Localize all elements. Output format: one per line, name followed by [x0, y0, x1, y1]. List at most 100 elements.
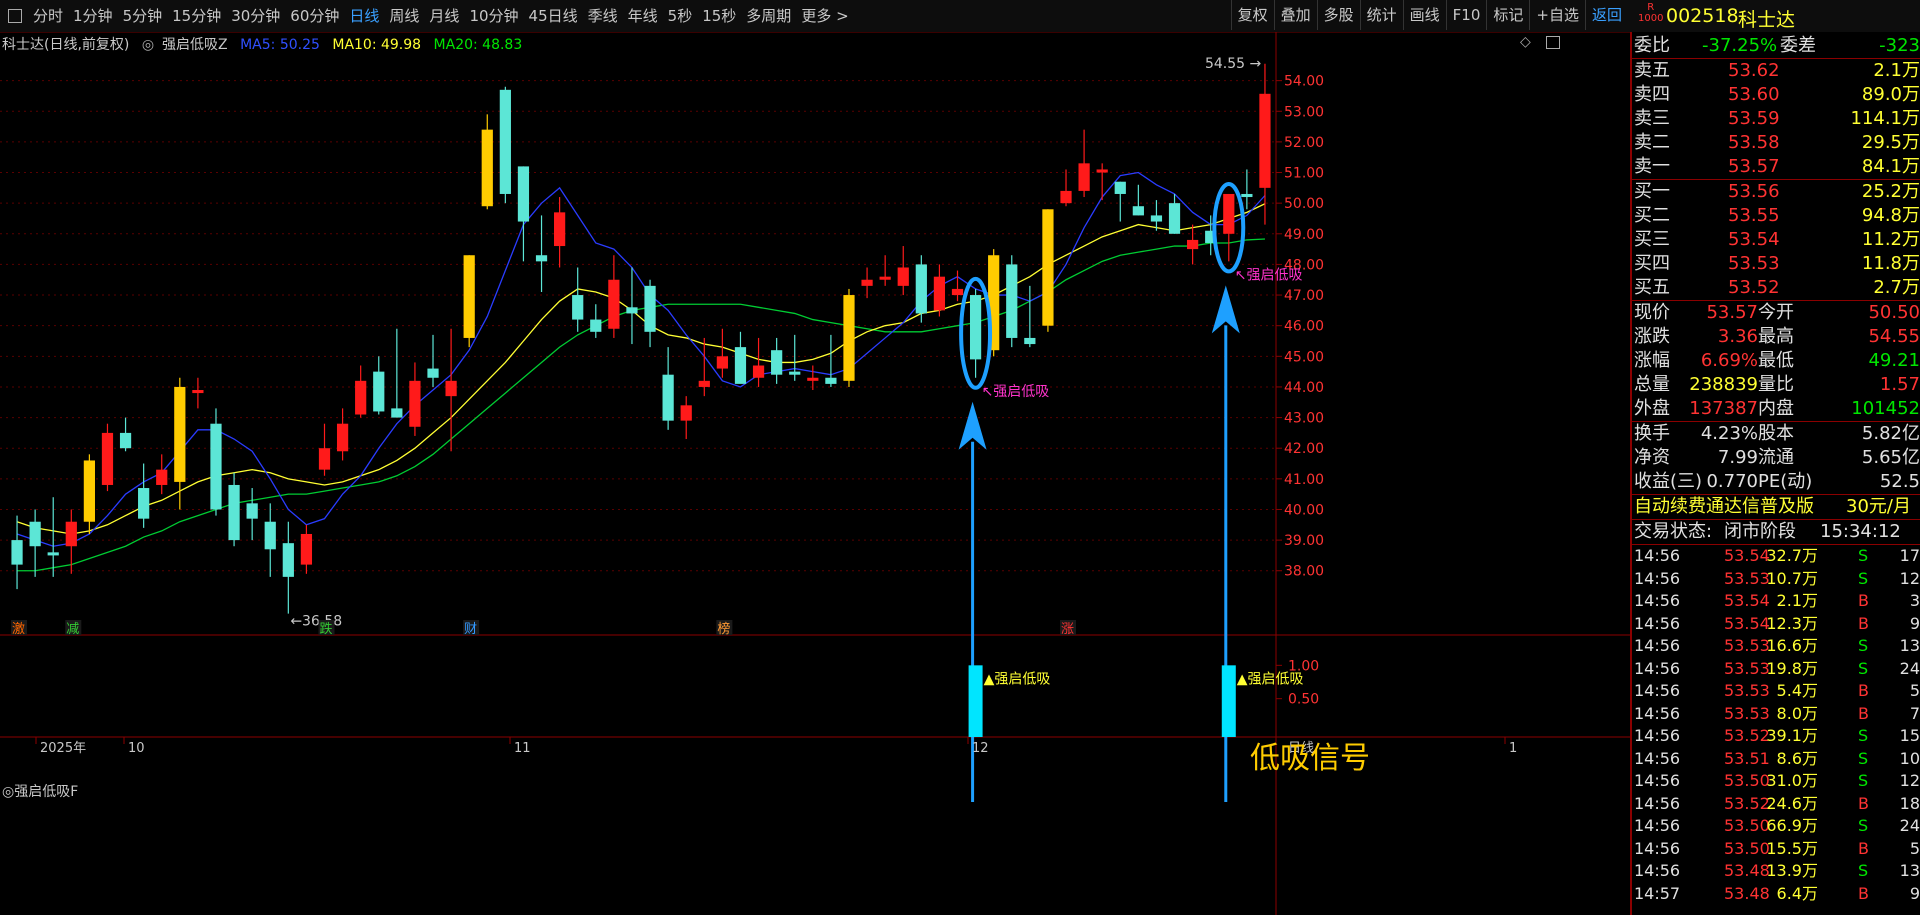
toolbar-button[interactable]: 复权: [1230, 0, 1274, 30]
candle-body: [1096, 169, 1108, 173]
tick-count: 9: [1909, 613, 1920, 633]
period-tab[interactable]: 10分钟: [464, 0, 523, 32]
tick-row[interactable]: 14:56 53.53 5.4万 B 5: [1632, 680, 1920, 703]
period-tab[interactable]: 5分钟: [118, 0, 168, 32]
candle-body: [318, 448, 331, 470]
indicator-name[interactable]: 强启低吸Z: [162, 37, 228, 53]
tick-side: S: [1858, 568, 1869, 588]
tick-count: 13: [1899, 861, 1920, 880]
toolbar-button[interactable]: 标记: [1486, 0, 1529, 30]
candle-body: [192, 390, 204, 394]
fundamental-stats: 换手 4.23% 股本 5.82亿 净资 7.99 流通 5.65亿 收益(三) 0.770 PE(…: [1632, 422, 1920, 494]
ad-row[interactable]: 自动续费通达信普及版 30元/月: [1632, 495, 1920, 519]
ad-price[interactable]: 30元/月: [1846, 495, 1911, 519]
toolbar-button[interactable]: 多股: [1316, 0, 1360, 30]
badge-top: R: [1647, 2, 1655, 13]
stat-value: 3.36: [1717, 326, 1758, 347]
kline-chart[interactable]: 54.0053.0052.0051.0050.0049.0048.0047.00…: [0, 32, 1630, 915]
tick-volume: 39.1万: [1766, 726, 1818, 745]
tick-row[interactable]: 14:56 53.50 66.9万 S 24: [1632, 815, 1920, 838]
y-tick-label: 52.00: [1284, 135, 1324, 151]
y-tick-label: 46.00: [1284, 319, 1324, 335]
tick-count: 7: [1909, 703, 1920, 723]
toolbar-button[interactable]: 画线: [1402, 0, 1446, 30]
tick-row[interactable]: 14:56 53.54 2.1万 B 3: [1632, 590, 1920, 613]
tick-row[interactable]: 14:56 53.52 24.6万 B 18: [1632, 793, 1920, 816]
tick-row[interactable]: 14:56 53.51 8.6万 S 10: [1632, 748, 1920, 771]
indicator-toggle-icon[interactable]: ◎: [142, 37, 154, 53]
tick-time: 14:57: [1634, 883, 1681, 903]
tick-count: 5: [1909, 681, 1920, 700]
trade-status-label: 交易状态:: [1634, 521, 1713, 542]
sub-indicator-title[interactable]: ◎强启低吸F: [2, 781, 78, 801]
order-price: 53.56: [1728, 181, 1780, 202]
date-label: 11: [514, 741, 531, 756]
sub-axis-label: 0.50: [1288, 692, 1319, 708]
candle-body: [734, 347, 747, 384]
candle-body: [65, 521, 77, 547]
tick-row[interactable]: 14:56 53.50 31.0万 S 12: [1632, 770, 1920, 793]
big-signal-text: 低吸信号: [1250, 741, 1370, 776]
y-tick-label: 54.00: [1284, 74, 1324, 90]
period-tab[interactable]: 60分钟: [285, 0, 344, 32]
trade-status-row: 交易状态: 闭市阶段 15:34:12: [1632, 520, 1920, 544]
window-menu-icon[interactable]: [8, 9, 22, 23]
period-tab[interactable]: 月线: [424, 0, 464, 32]
period-tab[interactable]: 30分钟: [226, 0, 285, 32]
tick-count: 12: [1899, 771, 1920, 790]
period-tab[interactable]: 5秒: [663, 0, 698, 32]
ad-text[interactable]: 自动续费通达信普及版: [1634, 495, 1814, 519]
toolbar-button[interactable]: F10: [1445, 0, 1487, 30]
tick-time: 14:56: [1634, 636, 1681, 655]
candle-body: [373, 371, 385, 412]
tick-row[interactable]: 14:57 53.48 6.4万 B 9: [1632, 883, 1920, 906]
stat-label: 涨跌: [1634, 326, 1670, 347]
stat-label: 最低: [1758, 350, 1794, 371]
toolbar-button[interactable]: +自选: [1529, 0, 1585, 30]
event-tag: 榜: [717, 621, 730, 637]
tick-count: 24: [1899, 658, 1920, 678]
period-tab[interactable]: 年线: [623, 0, 663, 32]
period-tab[interactable]: 分时: [28, 0, 68, 32]
stat-value: 50.50: [1868, 302, 1920, 323]
period-tab[interactable]: 更多 >: [796, 0, 853, 32]
tick-side: B: [1858, 681, 1869, 700]
y-tick-label: 39.00: [1284, 533, 1324, 549]
sell-orders: 卖五 53.62 2.1万 卖四 53.60 89.0万 卖三 53.59 114.1万 卖二 53…: [1632, 59, 1920, 179]
period-tab[interactable]: 周线: [384, 0, 424, 32]
candle-body: [752, 365, 765, 378]
tick-row[interactable]: 14:56 53.48 13.9万 S 13: [1632, 860, 1920, 883]
period-tab[interactable]: 日线: [344, 0, 384, 32]
y-tick-label: 41.00: [1284, 472, 1324, 488]
tick-row[interactable]: 14:56 53.53 16.6万 S 13: [1632, 635, 1920, 658]
toolbar-button[interactable]: 统计: [1359, 0, 1403, 30]
period-tab[interactable]: 季线: [583, 0, 623, 32]
candle-body: [210, 423, 222, 510]
quote-panel: 委比 -37.25% 委差 -323 卖五 53.62 2.1万 卖四 53.60 89.…: [1630, 32, 1920, 915]
toolbar-button[interactable]: 叠加: [1273, 0, 1317, 30]
candle-body: [698, 380, 710, 387]
chart-window-icon[interactable]: [1546, 36, 1560, 49]
order-price: 53.59: [1728, 108, 1780, 129]
period-tab[interactable]: 45日线: [524, 0, 583, 32]
y-tick-label: 38.00: [1284, 564, 1324, 580]
y-tick-label: 44.00: [1284, 380, 1324, 396]
tick-row[interactable]: 14:56 53.54 12.3万 B 9: [1632, 613, 1920, 636]
chart-diamond-icon[interactable]: ◇: [1520, 34, 1531, 50]
period-tab[interactable]: 多周期: [741, 0, 796, 32]
period-tab[interactable]: 1分钟: [68, 0, 118, 32]
tick-row[interactable]: 14:56 53.50 15.5万 B 5: [1632, 838, 1920, 861]
order-price: 53.53: [1728, 253, 1780, 274]
toolbar-button[interactable]: 返回: [1584, 0, 1628, 30]
tick-row[interactable]: 14:56 53.53 10.7万 S 12: [1632, 568, 1920, 591]
period-tab[interactable]: 15秒: [697, 0, 741, 32]
tick-row[interactable]: 14:56 53.53 8.0万 B 7: [1632, 703, 1920, 726]
period-tab[interactable]: 15分钟: [167, 0, 226, 32]
candle-body: [1024, 337, 1036, 345]
tick-list[interactable]: 14:56 53.54 32.7万 S 17 14:56 53.53 10.7万 S 12 14:5…: [1632, 545, 1920, 905]
chart-title: 科士达(日线,前复权): [2, 37, 130, 53]
tick-row[interactable]: 14:56 53.52 39.1万 S 15: [1632, 725, 1920, 748]
candle-body: [174, 386, 186, 482]
tick-row[interactable]: 14:56 53.54 32.7万 S 17: [1632, 545, 1920, 568]
tick-row[interactable]: 14:56 53.53 19.8万 S 24: [1632, 658, 1920, 681]
